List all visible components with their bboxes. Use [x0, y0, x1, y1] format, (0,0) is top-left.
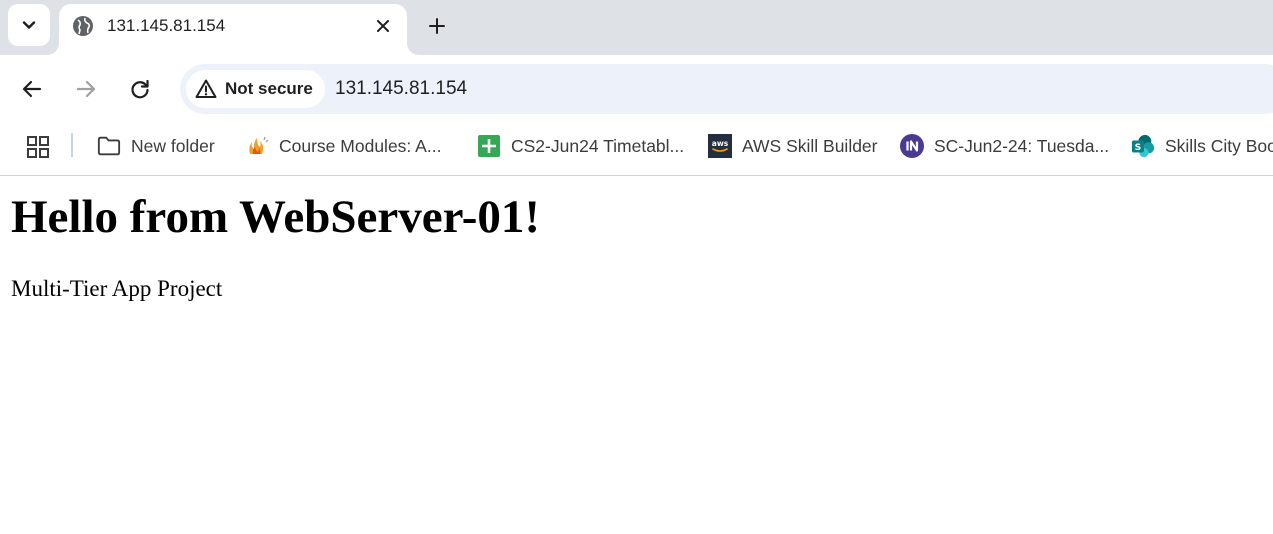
tab-strip: 131.145.81.154	[0, 0, 1273, 55]
page-paragraph: Multi-Tier App Project	[11, 276, 223, 301]
bookmarks-divider	[71, 133, 73, 157]
back-button[interactable]	[17, 74, 47, 104]
sharepoint-icon: S	[1131, 134, 1155, 158]
tab-search-button[interactable]	[8, 4, 50, 46]
bookmark-course-modules[interactable]: Course Modules: A...	[245, 132, 441, 160]
apps-grid-icon	[27, 136, 49, 158]
course-favicon	[245, 134, 269, 158]
bookmark-aws-skill-builder[interactable]: aws AWS Skill Builder	[708, 132, 878, 160]
close-icon	[377, 20, 389, 32]
bookmark-sc-jun2-tuesday[interactable]: SC-Jun2-24: Tuesda...	[900, 132, 1109, 160]
bookmark-cs2-timetable[interactable]: CS2-Jun24 Timetabl...	[477, 132, 684, 160]
bookmark-label: New folder	[131, 135, 215, 156]
bookmark-label: Course Modules: A...	[279, 135, 442, 156]
svg-text:aws: aws	[712, 139, 729, 148]
tab-close-button[interactable]	[372, 15, 394, 37]
google-sheets-icon	[477, 134, 501, 158]
plus-icon	[429, 18, 445, 34]
tab-title: 131.145.81.154	[107, 16, 226, 35]
not-secure-label: Not secure	[225, 79, 313, 98]
chevron-down-icon	[22, 21, 36, 29]
apps-button[interactable]	[24, 133, 52, 161]
reload-icon	[131, 79, 149, 99]
toolbar: Not secure 131.145.81.154	[0, 55, 1273, 123]
page-heading: Hello from WebServer-01!	[11, 191, 541, 243]
arrow-left-icon	[22, 80, 42, 98]
page-content: Hello from WebServer-01! Multi-Tier App …	[0, 176, 1273, 534]
active-tab[interactable]: 131.145.81.154	[59, 4, 407, 55]
in-badge-icon	[900, 134, 924, 158]
bookmark-skills-city[interactable]: S Skills City Boo	[1131, 132, 1273, 160]
arrow-right-icon	[76, 80, 96, 98]
bookmark-label: CS2-Jun24 Timetabl...	[511, 135, 685, 156]
address-bar[interactable]: Not secure 131.145.81.154	[180, 64, 1273, 114]
warning-triangle-icon	[195, 79, 217, 98]
svg-text:S: S	[1135, 142, 1142, 153]
forward-button[interactable]	[71, 74, 101, 104]
folder-icon	[97, 134, 121, 158]
browser-window: 131.145.81.154 Not secure 131.145.81.154…	[0, 0, 1273, 534]
new-tab-button[interactable]	[422, 11, 452, 41]
bookmark-label: Skills City Boo	[1165, 135, 1273, 156]
aws-icon: aws	[708, 134, 732, 158]
reload-button[interactable]	[125, 74, 155, 104]
bookmark-new-folder[interactable]: New folder	[97, 132, 215, 160]
site-security-chip[interactable]: Not secure	[186, 70, 325, 108]
globe-icon	[73, 16, 93, 36]
bookmark-label: SC-Jun2-24: Tuesda...	[934, 135, 1110, 156]
url-text[interactable]: 131.145.81.154	[335, 78, 467, 100]
bookmarks-bar: New folder Course Modules: A... CS2-Jun2…	[0, 123, 1273, 176]
bookmark-label: AWS Skill Builder	[742, 135, 878, 156]
